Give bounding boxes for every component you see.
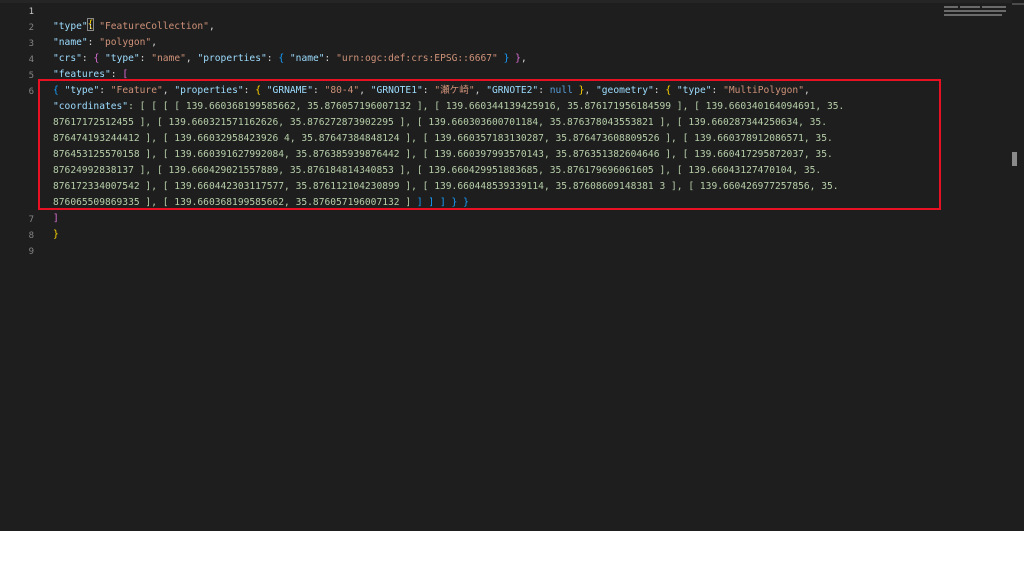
line-number: 6	[28, 87, 34, 97]
vertical-scrollbar[interactable]	[1012, 0, 1024, 531]
line-number: 3	[28, 39, 34, 49]
minimap-line	[944, 14, 1002, 16]
json-string: "FeatureCollection"	[99, 21, 209, 32]
line-number: 4	[28, 55, 34, 65]
punct: ,	[151, 37, 157, 48]
code-line-4: "crs": { "type": "name", "properties": {…	[53, 52, 527, 66]
code-line-8: }	[53, 228, 59, 242]
json-key: "properties"	[197, 53, 267, 64]
punct: :	[266, 53, 279, 64]
json-string: "name"	[151, 53, 186, 64]
brace: }	[509, 53, 521, 64]
json-key: "type"	[105, 53, 140, 64]
punct: ,	[208, 21, 215, 32]
json-string: "polygon"	[99, 37, 152, 48]
minimap-line	[944, 10, 1006, 12]
brace: }	[497, 53, 510, 64]
line-number: 8	[28, 231, 34, 241]
minimap-line	[982, 6, 1006, 8]
line-number: 9	[28, 247, 34, 257]
punct: :	[87, 21, 100, 32]
code-line-7: ]	[53, 212, 59, 226]
json-key: "name"	[53, 37, 88, 48]
line-number: 7	[28, 215, 34, 225]
punct: :	[81, 53, 94, 64]
minimap-line	[960, 6, 980, 8]
scrollbar-thumb[interactable]	[1012, 152, 1017, 166]
minimap-line	[944, 6, 958, 8]
code-line-3: "name": "polygon",	[53, 36, 157, 50]
line-number: 2	[28, 23, 34, 33]
code-line-2: "type": "FeatureCollection",	[53, 20, 215, 34]
punct: ,	[185, 53, 198, 64]
json-key: "type"	[53, 21, 88, 32]
punct: ,	[520, 53, 527, 64]
brace: {	[93, 53, 106, 64]
scrollbar-top-marker	[1012, 3, 1024, 5]
json-key: "name"	[289, 53, 325, 64]
red-highlight-box	[38, 79, 941, 210]
minimap[interactable]	[944, 5, 1010, 19]
json-string: "urn:ogc:def:crs:EPSG::6667"	[336, 53, 498, 64]
punct: :	[87, 37, 100, 48]
brace: {	[278, 53, 290, 64]
line-number: 1	[28, 7, 34, 17]
blank-area	[0, 531, 1024, 576]
line-number: 5	[28, 71, 34, 81]
punct: :	[139, 53, 152, 64]
bracket: ]	[53, 213, 59, 224]
close-brace: }	[53, 229, 59, 240]
code-editor[interactable]: 1 2 3 4 5 6 7 8 9 { "type": "FeatureColl…	[0, 0, 1024, 531]
punct: :	[324, 53, 337, 64]
json-key: "crs"	[53, 53, 82, 64]
editor-top-strip	[0, 0, 1024, 3]
